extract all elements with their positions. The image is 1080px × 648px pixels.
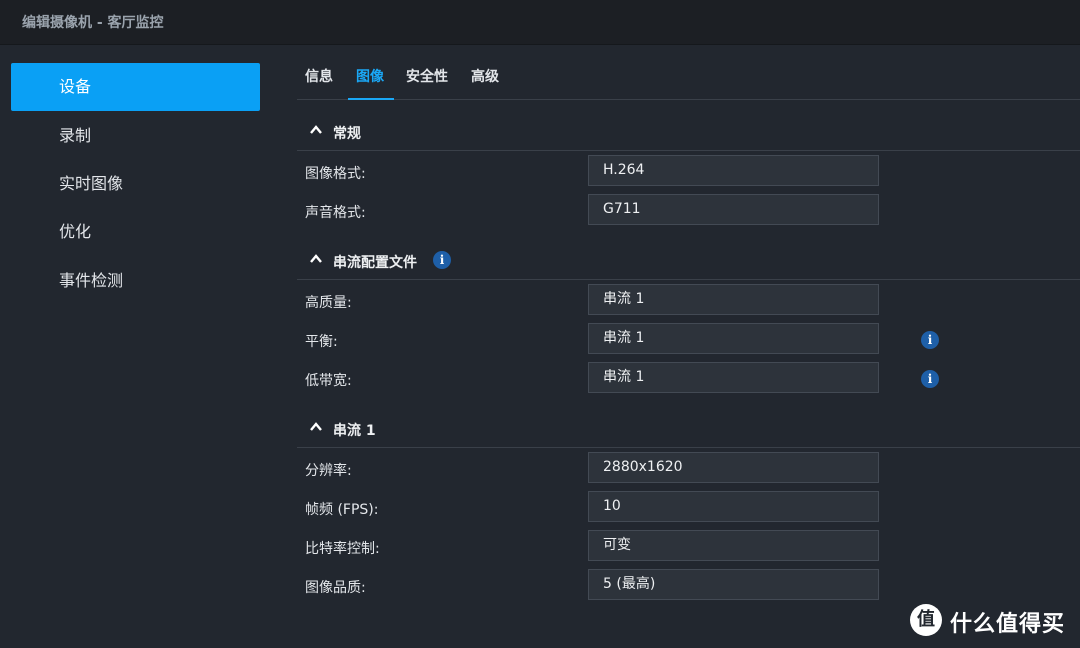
tab-advanced[interactable]: 高级 bbox=[471, 66, 499, 100]
low-bandwidth-stream-select[interactable]: 串流 1 bbox=[588, 362, 879, 393]
field-label-high-quality: 高质量: bbox=[305, 295, 352, 311]
field-label-fps: 帧频 (FPS): bbox=[305, 502, 379, 518]
section-stream-profile-header[interactable]: 串流配置文件 i bbox=[297, 240, 1080, 280]
info-icon[interactable]: i bbox=[921, 370, 939, 388]
info-icon[interactable]: i bbox=[921, 331, 939, 349]
image-quality-select[interactable]: 5 (最高) bbox=[588, 569, 879, 600]
field-label-audio-format: 声音格式: bbox=[305, 205, 366, 221]
chevron-up-icon bbox=[310, 422, 322, 431]
high-quality-stream-select[interactable]: 串流 1 bbox=[588, 284, 879, 315]
sidebar-item-event-detection[interactable]: 事件检测 bbox=[11, 257, 260, 305]
section-title: 串流配置文件 bbox=[333, 255, 417, 271]
chevron-up-icon bbox=[310, 125, 322, 134]
tab-security[interactable]: 安全性 bbox=[406, 66, 448, 100]
watermark: 值 什么值得买 bbox=[910, 604, 1070, 638]
chevron-up-icon bbox=[310, 254, 322, 263]
sidebar: 设备 录制 实时图像 优化 事件检测 bbox=[0, 46, 282, 648]
sidebar-item-live-view[interactable]: 实时图像 bbox=[11, 160, 260, 208]
tab-info[interactable]: 信息 bbox=[305, 66, 333, 100]
fps-select[interactable]: 10 bbox=[588, 491, 879, 522]
logo-text: 值 bbox=[917, 609, 935, 630]
field-label-image-format: 图像格式: bbox=[305, 166, 366, 182]
window-titlebar: 编辑摄像机 - 客厅监控 bbox=[0, 0, 1080, 45]
info-icon[interactable]: i bbox=[433, 251, 451, 269]
tab-image[interactable]: 图像 bbox=[348, 66, 394, 100]
brand-name: 什么值得买 bbox=[950, 612, 1066, 637]
sidebar-item-optimization[interactable]: 优化 bbox=[11, 208, 260, 256]
balanced-stream-select[interactable]: 串流 1 bbox=[588, 323, 879, 354]
main-content: 信息 图像 安全性 高级 常规 图像格式: H.264 声音格式: G711 串… bbox=[297, 46, 1080, 648]
sidebar-item-recording[interactable]: 录制 bbox=[11, 112, 260, 160]
resolution-select[interactable]: 2880x1620 bbox=[588, 452, 879, 483]
field-label-bitrate-control: 比特率控制: bbox=[305, 541, 380, 557]
field-label-resolution: 分辨率: bbox=[305, 463, 352, 479]
field-label-balanced: 平衡: bbox=[305, 334, 338, 350]
field-label-low-bandwidth: 低带宽: bbox=[305, 373, 352, 389]
section-title: 常规 bbox=[333, 126, 361, 142]
audio-format-select[interactable]: G711 bbox=[588, 194, 879, 225]
section-stream1-header[interactable]: 串流 1 bbox=[297, 408, 1080, 448]
sidebar-item-device[interactable]: 设备 bbox=[11, 63, 260, 111]
image-format-select[interactable]: H.264 bbox=[588, 155, 879, 186]
section-title: 串流 1 bbox=[333, 423, 376, 439]
bitrate-control-select[interactable]: 可变 bbox=[588, 530, 879, 561]
tab-bar: 信息 图像 安全性 高级 bbox=[297, 46, 1080, 100]
field-label-image-quality: 图像品质: bbox=[305, 580, 366, 596]
section-general-header[interactable]: 常规 bbox=[297, 111, 1080, 151]
window-title: 编辑摄像机 - 客厅监控 bbox=[22, 15, 164, 31]
